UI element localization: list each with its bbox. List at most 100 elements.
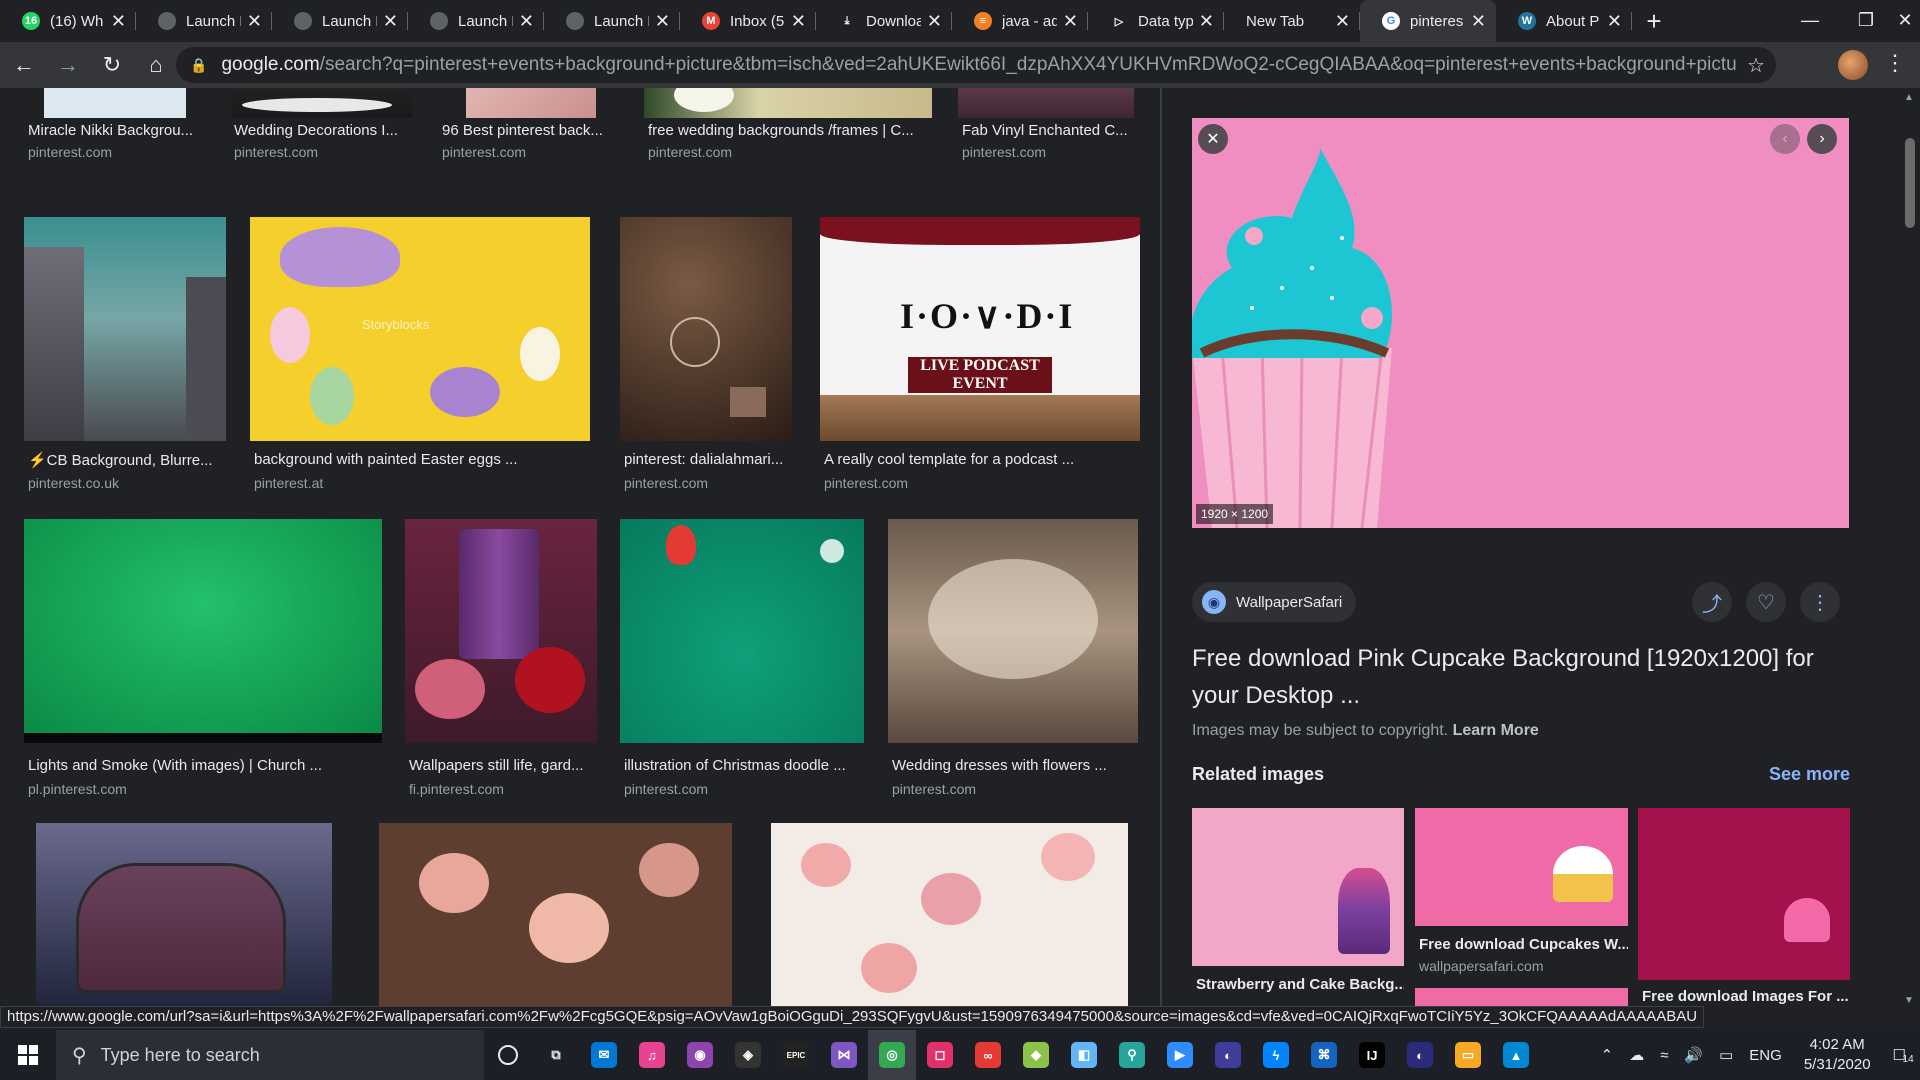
minimize-icon[interactable]: —: [1782, 0, 1838, 40]
result-card[interactable]: Wedding Decorations I... pinterest.com: [230, 88, 414, 208]
podcast-app-icon[interactable]: ◉: [676, 1030, 724, 1080]
result-card[interactable]: Storyblocks background with painted East…: [250, 217, 590, 497]
result-caption[interactable]: Lights and Smoke (With images) | Church …: [28, 757, 382, 774]
related-thumbnail[interactable]: [1415, 988, 1628, 1008]
next-image-icon[interactable]: ›: [1807, 124, 1837, 154]
preview-title[interactable]: Free download Pink Cupcake Background [1…: [1192, 640, 1862, 714]
browser-tab[interactable]: 16 (16) Wh ✕: [0, 0, 136, 42]
result-thumbnail[interactable]: [36, 823, 332, 1010]
chrome-icon[interactable]: ◎: [868, 1030, 916, 1080]
result-thumbnail[interactable]: [620, 217, 792, 441]
result-card[interactable]: Lights and Smoke (With images) | Church …: [24, 519, 382, 799]
save-bookmark-icon[interactable]: ♡: [1746, 582, 1786, 622]
result-thumbnail[interactable]: [24, 519, 382, 743]
instagram-icon[interactable]: ◻: [916, 1030, 964, 1080]
related-caption[interactable]: Free download Images For ...: [1642, 988, 1850, 1005]
result-thumbnail[interactable]: [405, 519, 597, 743]
close-tab-icon[interactable]: ✕: [111, 11, 126, 32]
result-thumbnail[interactable]: [620, 519, 864, 743]
photos-icon[interactable]: ▲: [1492, 1030, 1540, 1080]
result-card[interactable]: Wedding dresses with flowers ... pintere…: [888, 519, 1138, 799]
scroll-down-icon[interactable]: ▼: [1904, 995, 1914, 1006]
related-image-card[interactable]: Strawberry and Cake Backg...: [1192, 808, 1404, 1008]
browser-tab[interactable]: Launch M ✕: [544, 0, 680, 42]
result-caption[interactable]: free wedding backgrounds /frames | C...: [648, 122, 934, 139]
browser-tab[interactable]: Gpinteres ✕: [1360, 0, 1496, 42]
result-card[interactable]: [379, 823, 732, 1010]
result-caption[interactable]: Miracle Nikki Backgrou...: [28, 122, 206, 139]
result-thumbnail[interactable]: [379, 823, 732, 1010]
result-caption[interactable]: background with painted Easter eggs ...: [254, 451, 590, 468]
notes-icon[interactable]: ◧: [1060, 1030, 1108, 1080]
related-image-card[interactable]: Free download Images For ...: [1638, 808, 1850, 1008]
result-thumbnail[interactable]: [232, 88, 412, 118]
related-image-card[interactable]: Free download Cupcakes W... wallpapersaf…: [1415, 808, 1628, 1008]
result-card[interactable]: Fab Vinyl Enchanted C... pinterest.com: [958, 88, 1138, 208]
share-icon[interactable]: ⤴: [1692, 582, 1732, 622]
result-thumbnail[interactable]: [644, 88, 932, 118]
epic-games-icon[interactable]: EPIC: [772, 1030, 820, 1080]
learn-more-link[interactable]: Learn More: [1453, 722, 1539, 739]
close-tab-icon[interactable]: ✕: [791, 11, 806, 32]
volume-icon[interactable]: 🔊: [1684, 1046, 1703, 1064]
result-thumbnail[interactable]: [44, 88, 186, 118]
eclipse-icon[interactable]: ◐: [1204, 1030, 1252, 1080]
result-card[interactable]: 96 Best pinterest back... pinterest.com: [438, 88, 622, 208]
restore-icon[interactable]: ❐: [1838, 0, 1894, 40]
result-card[interactable]: [771, 823, 1128, 1010]
close-preview-icon[interactable]: ✕: [1198, 124, 1228, 154]
see-more-link[interactable]: See more: [1769, 764, 1850, 785]
browser-tab[interactable]: Launch M ✕: [408, 0, 544, 42]
close-tab-icon[interactable]: ✕: [1199, 11, 1214, 32]
windows-start-icon[interactable]: [0, 1030, 56, 1080]
scroll-up-icon[interactable]: ▲: [1904, 92, 1914, 103]
unity-icon[interactable]: ◈: [724, 1030, 772, 1080]
result-caption[interactable]: 96 Best pinterest back...: [442, 122, 622, 139]
browser-tab[interactable]: New Tab ✕: [1224, 0, 1360, 42]
battery-icon[interactable]: ▭: [1719, 1046, 1733, 1064]
language-indicator[interactable]: ENG: [1749, 1047, 1782, 1064]
close-tab-icon[interactable]: ✕: [1471, 11, 1486, 32]
close-tab-icon[interactable]: ✕: [247, 11, 262, 32]
source-site-chip[interactable]: ◉ WallpaperSafari: [1192, 582, 1356, 622]
arduino-icon[interactable]: ∞: [964, 1030, 1012, 1080]
tray-expand-icon[interactable]: ⌃: [1601, 1046, 1614, 1064]
close-tab-icon[interactable]: ✕: [519, 11, 534, 32]
browser-tab[interactable]: ▷ Data typ ✕: [1088, 0, 1224, 42]
close-tab-icon[interactable]: ✕: [1063, 11, 1078, 32]
wifi-icon[interactable]: ≈: [1660, 1047, 1668, 1064]
zoom-icon[interactable]: ▶: [1156, 1030, 1204, 1080]
cortana-icon[interactable]: [484, 1030, 532, 1080]
home-icon[interactable]: ⌂: [136, 45, 176, 85]
result-thumbnail[interactable]: Storyblocks: [250, 217, 590, 441]
cube-app-icon[interactable]: ◆: [1012, 1030, 1060, 1080]
more-options-icon[interactable]: ⋮: [1800, 582, 1840, 622]
browser-menu-icon[interactable]: ⋮: [1884, 50, 1906, 76]
intellij-icon[interactable]: IJ: [1348, 1030, 1396, 1080]
messenger-icon[interactable]: ϟ: [1252, 1030, 1300, 1080]
visual-studio-icon[interactable]: ⋈: [820, 1030, 868, 1080]
close-window-icon[interactable]: ✕: [1890, 0, 1920, 40]
system-clock[interactable]: 4:02 AM 5/31/2020: [1804, 1035, 1871, 1075]
scrollbar-thumb[interactable]: [1905, 138, 1915, 228]
result-card[interactable]: Miracle Nikki Backgrou... pinterest.com: [24, 88, 206, 208]
mail-app-icon[interactable]: ✉: [580, 1030, 628, 1080]
forward-icon[interactable]: →: [48, 45, 88, 85]
profile-avatar[interactable]: [1838, 50, 1868, 80]
address-bar[interactable]: 🔒 google.com/search?q=pinterest+events+b…: [176, 47, 1776, 83]
close-tab-icon[interactable]: ✕: [1335, 11, 1350, 32]
new-tab-icon[interactable]: +: [1632, 0, 1676, 42]
browser-tab[interactable]: Launch M ✕: [272, 0, 408, 42]
result-card[interactable]: pinterest: dalialahmari... pinterest.com: [620, 217, 792, 497]
close-tab-icon[interactable]: ✕: [927, 11, 942, 32]
taskbar-search-box[interactable]: ⚲ Type here to search: [56, 1030, 484, 1080]
file-explorer-icon[interactable]: ▭: [1444, 1030, 1492, 1080]
browser-tab[interactable]: W About P ✕: [1496, 0, 1632, 42]
close-tab-icon[interactable]: ✕: [655, 11, 670, 32]
notification-center-icon[interactable]: ☐ 14: [1893, 1046, 1914, 1065]
result-card[interactable]: illustration of Christmas doodle ... pin…: [620, 519, 864, 799]
gitkraken-icon[interactable]: ⚲: [1108, 1030, 1156, 1080]
result-card[interactable]: [36, 823, 332, 1010]
result-thumbnail[interactable]: [466, 88, 596, 118]
result-thumbnail[interactable]: [771, 823, 1128, 1010]
